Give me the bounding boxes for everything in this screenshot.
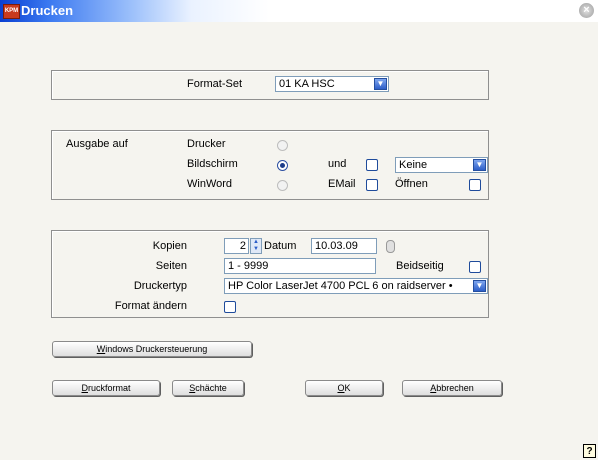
chevron-down-icon[interactable]: ▼: [374, 78, 387, 90]
close-icon[interactable]: ×: [579, 3, 594, 18]
format-set-group: [51, 70, 489, 100]
datum-field[interactable]: 10.03.09: [311, 238, 377, 254]
beidseitig-checkbox[interactable]: [469, 261, 481, 273]
radio-bildschirm-label: Bildschirm: [187, 158, 238, 170]
oeffnen-label: Öffnen: [395, 178, 428, 190]
output-label: Ausgabe auf: [66, 138, 128, 150]
und-label: und: [328, 158, 347, 170]
calendar-icon[interactable]: [386, 240, 395, 253]
radio-drucker-label: Drucker: [187, 138, 226, 150]
kopien-spinner[interactable]: ▲ ▼: [250, 238, 262, 254]
chevron-down-icon[interactable]: ▼: [473, 280, 486, 292]
kopien-value: 2: [239, 240, 246, 252]
radio-winword-label: WinWord: [187, 178, 233, 190]
datum-value: 10.03.09: [315, 240, 358, 252]
email-label: EMail: [328, 178, 356, 190]
format-set-label: Format-Set: [187, 78, 243, 90]
kopien-label: Kopien: [152, 240, 187, 252]
schaechte-label: chächte: [195, 383, 227, 393]
beidseitig-label: Beidseitig: [396, 260, 444, 272]
seiten-value: 1 - 9999: [228, 260, 269, 272]
druckformat-label: ruckformat: [87, 383, 131, 393]
format-aendern-checkbox[interactable]: [224, 301, 236, 313]
help-icon[interactable]: ?: [583, 444, 596, 458]
spin-down-icon[interactable]: ▼: [251, 246, 261, 253]
druckformat-button[interactable]: Druckformat: [52, 380, 160, 396]
ok-label: K: [344, 383, 351, 393]
und-checkbox[interactable]: [366, 159, 378, 171]
kopien-field[interactable]: 2: [224, 238, 249, 254]
druckertyp-label: Druckertyp: [133, 280, 187, 292]
ok-hotkey: O: [337, 383, 345, 393]
seiten-field[interactable]: 1 - 9999: [224, 258, 376, 274]
spin-up-icon[interactable]: ▲: [251, 239, 261, 246]
radio-winword[interactable]: [277, 180, 288, 191]
keine-dropdown[interactable]: Keine ▼: [395, 157, 488, 173]
abbrechen-button[interactable]: Abbrechen: [402, 380, 502, 396]
chevron-down-icon[interactable]: ▼: [473, 159, 486, 171]
radio-drucker[interactable]: [277, 140, 288, 151]
seiten-label: Seiten: [155, 260, 187, 272]
title-bar[interactable]: KPM Drucken ×: [0, 0, 598, 22]
datum-label: Datum: [264, 240, 297, 252]
druckertyp-value: HP Color LaserJet 4700 PCL 6 on raidserv…: [228, 280, 453, 292]
schaechte-button[interactable]: Schächte: [172, 380, 244, 396]
format-aendern-label: Format ändern: [114, 300, 187, 312]
keine-value: Keine: [399, 159, 428, 171]
format-set-value: 01 KA HSC: [279, 78, 335, 90]
printer-app-icon: KPM: [3, 4, 20, 19]
windows-druckersteuerung-label: indows Druckersteuerung: [105, 344, 208, 354]
email-checkbox[interactable]: [366, 179, 378, 191]
druckertyp-dropdown[interactable]: HP Color LaserJet 4700 PCL 6 on raidserv…: [224, 278, 488, 294]
abbrechen-label: bbrechen: [436, 383, 474, 393]
window-title: Drucken: [21, 3, 74, 18]
ok-button[interactable]: OK: [305, 380, 383, 396]
format-set-dropdown[interactable]: 01 KA HSC ▼: [275, 76, 389, 92]
windows-druckersteuerung-button[interactable]: Windows Druckersteuerung: [52, 341, 252, 357]
oeffnen-checkbox[interactable]: [469, 179, 481, 191]
windows-druckersteuerung-hotkey: W: [96, 344, 106, 354]
radio-bildschirm[interactable]: [277, 160, 288, 171]
